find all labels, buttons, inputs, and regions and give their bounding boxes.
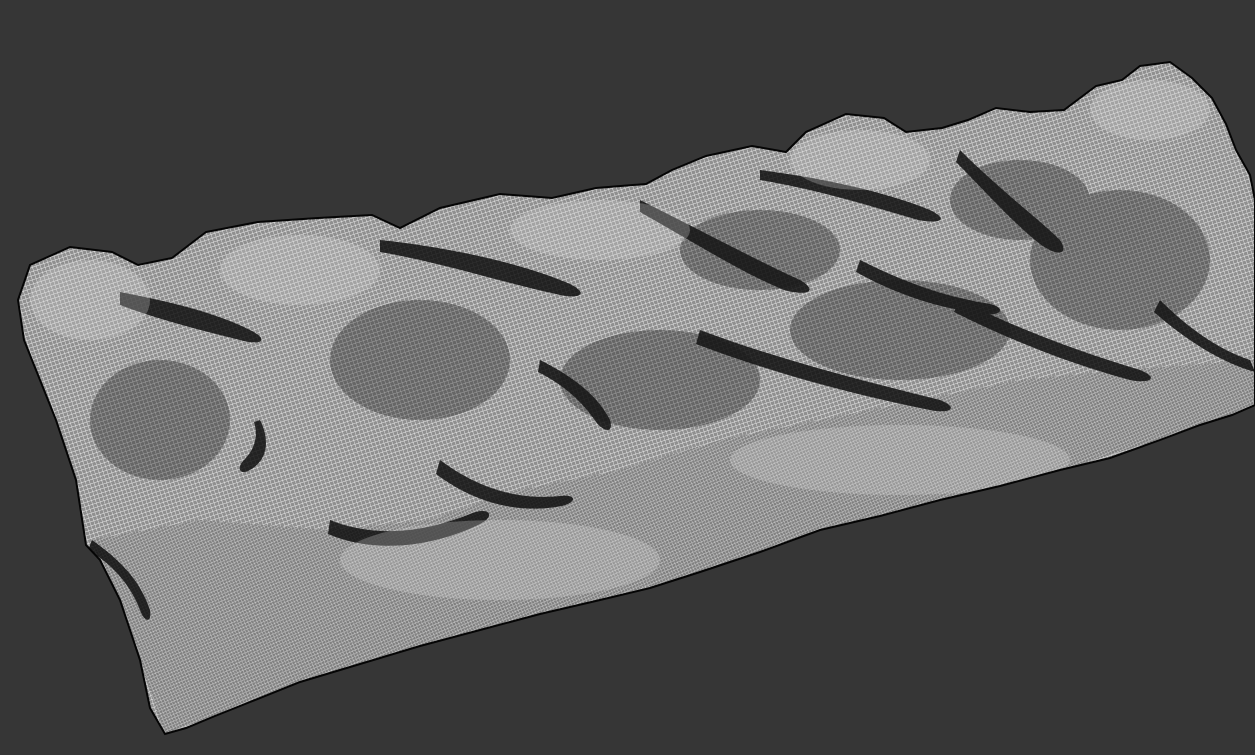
terrain-detail (30, 80, 1255, 734)
viewport-canvas[interactable] (0, 0, 1255, 755)
terrain-mesh[interactable] (16, 60, 1255, 736)
3d-viewport[interactable] (0, 0, 1255, 755)
